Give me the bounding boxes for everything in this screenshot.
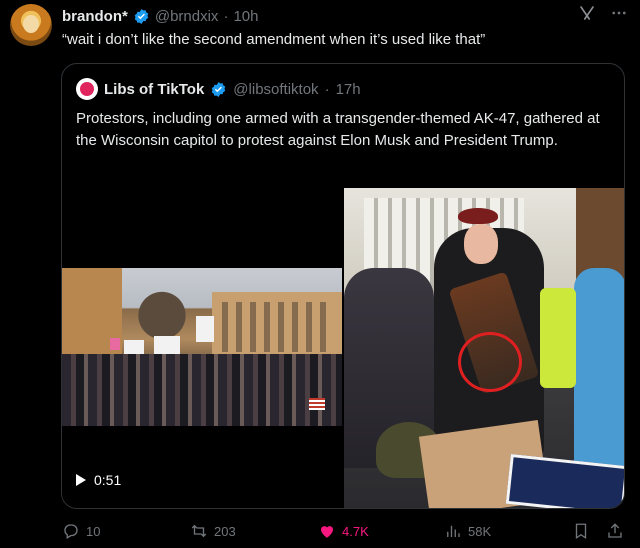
more-icon[interactable] [610, 4, 628, 22]
post-top-controls [578, 4, 628, 22]
play-icon[interactable] [76, 474, 86, 486]
like-icon [321, 526, 333, 538]
quoted-author-name[interactable]: Libs of TikTok [104, 81, 204, 98]
reply-icon [64, 524, 78, 539]
repost-icon [191, 524, 207, 538]
quoted-separator: · [324, 80, 330, 98]
video-thumbnail [62, 268, 342, 426]
share-icon [608, 523, 622, 538]
video-duration: 0:51 [76, 472, 121, 488]
quoted-post-header: Libs of TikTok @libsoftiktok · 17h [76, 78, 361, 100]
quoted-author-avatar[interactable] [76, 78, 98, 100]
post-text: “wait i don’t like the second amendment … [62, 31, 486, 48]
photo[interactable] [344, 188, 624, 508]
header-separator: · [223, 7, 229, 25]
verified-icon [212, 81, 226, 97]
quoted-media: 0:51 [62, 188, 624, 508]
repost-count: 203 [214, 523, 236, 539]
like-button[interactable]: 4.7K [318, 522, 369, 540]
reply-button[interactable]: 10 [62, 522, 100, 540]
video-player[interactable]: 0:51 [62, 188, 342, 508]
verified-icon [134, 8, 149, 24]
views-button[interactable]: 58K [444, 522, 491, 540]
quoted-post[interactable]: Libs of TikTok @libsoftiktok · 17h Prote… [61, 63, 625, 509]
author-name[interactable]: brandon* [62, 8, 128, 25]
post-header: brandon* @brndxix · 10h [62, 6, 258, 26]
views-icon [447, 525, 460, 537]
quoted-post-time[interactable]: 17h [336, 81, 361, 98]
bookmark-icon [575, 523, 587, 540]
quoted-post-text: Protestors, including one armed with a t… [76, 110, 600, 149]
post-actions: 10 203 4.7K 58K [62, 518, 628, 544]
reply-count: 10 [86, 523, 101, 539]
share-button[interactable] [606, 522, 624, 540]
video-duration-label: 0:51 [94, 472, 122, 488]
author-handle[interactable]: @brndxix [155, 8, 219, 25]
views-count: 58K [468, 523, 492, 539]
author-avatar[interactable] [10, 4, 52, 46]
grok-icon[interactable] [578, 4, 596, 22]
annotation-circle [458, 332, 522, 392]
repost-button[interactable]: 203 [190, 522, 236, 540]
post-time[interactable]: 10h [233, 8, 258, 25]
like-count: 4.7K [342, 523, 369, 539]
bookmark-button[interactable] [572, 522, 590, 540]
quoted-author-handle[interactable]: @libsoftiktok [233, 81, 318, 98]
